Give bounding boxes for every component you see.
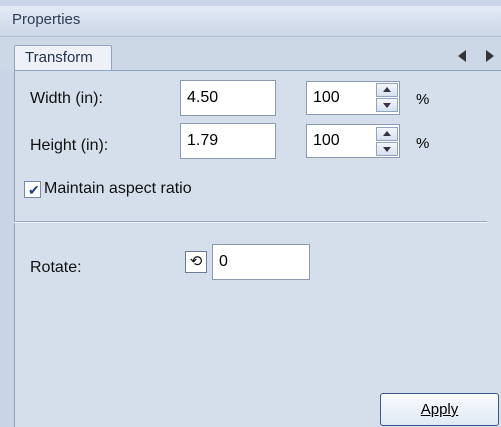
apply-button[interactable]: Apply [380, 393, 499, 426]
height-percent-stepper[interactable] [376, 127, 398, 157]
height-percent-sign: % [416, 135, 430, 152]
spin-up-icon[interactable] [376, 127, 398, 141]
rotate-input[interactable] [212, 244, 310, 280]
panel-titlebar: Properties [0, 6, 501, 37]
height-label: Height (in): [30, 137, 109, 154]
properties-panel: Properties Transform Width (in): % Heigh… [0, 0, 501, 427]
spin-up-icon[interactable] [376, 83, 398, 97]
rotate-label: Rotate: [30, 259, 82, 276]
checkmark-icon: ✔ [28, 182, 40, 198]
width-percent-stepper[interactable] [376, 83, 398, 113]
triangle-right-icon[interactable] [486, 50, 494, 62]
width-percent-sign: % [416, 91, 430, 108]
tab-transform[interactable]: Transform [14, 45, 112, 70]
width-input[interactable] [180, 80, 276, 116]
maintain-aspect-label[interactable]: Maintain aspect ratio [44, 180, 192, 198]
maintain-aspect-checkbox[interactable]: ✔ [24, 181, 41, 198]
tab-transform-label: Transform [25, 49, 93, 66]
triangle-left-icon[interactable] [458, 50, 466, 62]
tab-strip: Transform [0, 37, 501, 71]
height-input[interactable] [180, 123, 276, 159]
rotate-ccw-icon[interactable]: ⟲ [185, 251, 207, 273]
width-label: Width (in): [30, 90, 103, 107]
spin-down-icon[interactable] [376, 142, 398, 156]
spin-down-icon[interactable] [376, 98, 398, 112]
section-divider [14, 221, 487, 223]
panel-title: Properties [12, 11, 81, 28]
